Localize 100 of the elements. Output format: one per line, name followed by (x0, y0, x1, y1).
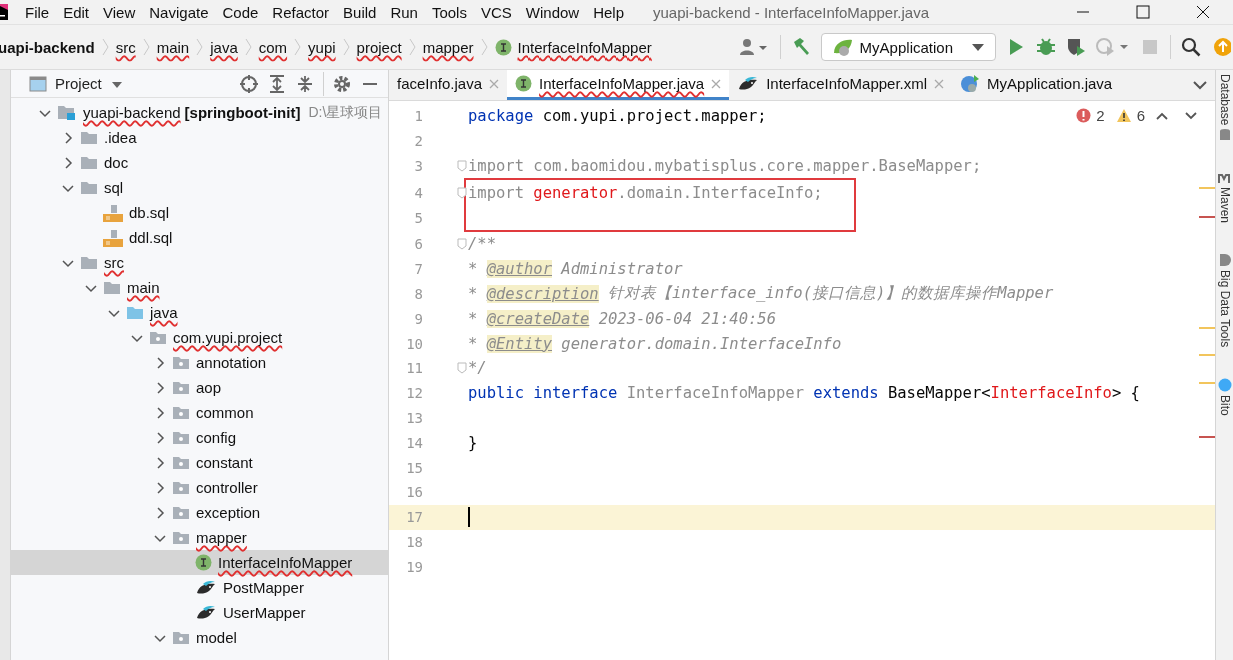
tree-item[interactable]: java (11, 300, 388, 325)
fold-marker-icon[interactable] (457, 362, 467, 375)
expand-chevron-icon[interactable] (62, 156, 74, 169)
tree-item[interactable]: src (11, 250, 388, 275)
expand-chevron-icon[interactable] (62, 131, 74, 144)
locate-icon[interactable] (239, 73, 259, 94)
tree-item[interactable]: config (11, 425, 388, 450)
tree-item[interactable]: yuapi-backend [springboot-init] D:\星球项目 (11, 100, 388, 125)
menu-item[interactable]: Window (518, 3, 587, 21)
menu-item[interactable]: Navigate (142, 3, 216, 21)
module-label: [springboot-init] (184, 104, 301, 121)
breadcrumb[interactable]: mapper (422, 38, 474, 56)
breadcrumb[interactable]: project (356, 38, 402, 56)
app-logo-icon[interactable] (0, 2, 10, 22)
tree-item[interactable]: .idea (11, 125, 388, 150)
tree-item[interactable]: doc (11, 150, 388, 175)
line-number: 11 (405, 360, 423, 377)
breadcrumb[interactable]: InterfaceInfoMapper (494, 38, 652, 56)
error-icon[interactable] (1076, 108, 1092, 123)
folder-icon (80, 255, 98, 270)
menu-item[interactable]: Refactor (265, 3, 337, 21)
breadcrumb[interactable]: src (115, 38, 136, 56)
tool-window-button[interactable]: Database (1217, 74, 1232, 143)
line-number: 4 (413, 184, 423, 201)
expand-chevron-icon[interactable] (154, 506, 166, 519)
expand-chevron-icon[interactable] (154, 356, 166, 369)
tree-item[interactable]: db.sql (11, 200, 388, 225)
expand-chevron-icon[interactable] (154, 381, 166, 394)
fold-marker-icon[interactable] (457, 186, 467, 199)
editor-tab[interactable]: faceInfo.java (389, 70, 508, 100)
tree-item[interactable]: model (11, 625, 388, 650)
menu-item[interactable]: Tools (424, 3, 474, 21)
collapse-all-icon[interactable] (295, 73, 315, 94)
tree-item[interactable]: InterfaceInfoMapper (11, 550, 388, 575)
tree-item-label: com.yupi.project (173, 329, 283, 348)
error-stripe-mark (1199, 436, 1215, 438)
code-line: import com.baomidou.mybatisplus.core.mapper.BaseMapper; (468, 157, 982, 175)
tool-window-button[interactable]: Bito (1217, 377, 1232, 416)
tree-item-label: doc (104, 154, 129, 173)
editor-tab[interactable]: InterfaceInfoMapper.xml (729, 70, 953, 100)
menu-item[interactable]: File (18, 3, 57, 21)
line-number: 7 (413, 261, 423, 278)
tree-item[interactable]: exception (11, 500, 388, 525)
tree-item[interactable]: ddl.sql (11, 225, 388, 250)
breadcrumb[interactable]: com (258, 38, 288, 56)
line-number: 9 (413, 310, 423, 327)
menu-item[interactable]: Run (383, 3, 425, 21)
tree-item-label: controller (196, 479, 258, 498)
expand-chevron-icon[interactable] (154, 481, 166, 494)
tool-window-button[interactable]: Big Data Tools (1217, 253, 1232, 348)
tree-item[interactable]: aop (11, 375, 388, 400)
run-configuration-dropdown[interactable]: MyApplication (820, 33, 996, 61)
expand-all-icon[interactable] (267, 73, 287, 94)
tree-item[interactable]: controller (11, 475, 388, 500)
editor-tab[interactable]: InterfaceInfoMapper.java (507, 70, 730, 100)
expand-chevron-icon[interactable] (154, 456, 166, 469)
fold-marker-icon[interactable] (457, 160, 467, 172)
sql-file-icon (103, 203, 123, 222)
breadcrumb[interactable]: main (156, 38, 190, 56)
menu-item[interactable]: View (96, 3, 143, 21)
tree-item[interactable]: PostMapper (11, 575, 388, 600)
expand-chevron-icon[interactable] (154, 406, 166, 419)
menu-item[interactable]: VCS (473, 3, 519, 21)
text-caret (468, 507, 470, 528)
shield-run-icon[interactable] (1066, 37, 1086, 57)
panel-title[interactable]: Project (55, 75, 102, 92)
line-number: 6 (413, 236, 423, 253)
breadcrumb[interactable]: java (210, 38, 238, 56)
tree-item[interactable]: com.yupi.project (11, 325, 388, 350)
sql-file-icon (103, 228, 123, 247)
menu-item[interactable]: Help (586, 3, 632, 21)
tree-item[interactable]: sql (11, 175, 388, 200)
editor-tab[interactable]: MyApplication.java (952, 70, 1121, 100)
tree-item[interactable]: mapper (11, 525, 388, 550)
maven-icon (1217, 172, 1232, 185)
breadcrumb[interactable]: yupi (308, 38, 336, 56)
tree-item[interactable]: main (11, 275, 388, 300)
search-icon[interactable] (1181, 37, 1201, 57)
menu-item[interactable]: Edit (56, 3, 97, 21)
tree-item[interactable]: common (11, 400, 388, 425)
maximize-icon[interactable] (1136, 5, 1150, 19)
line-number: 13 (405, 409, 423, 426)
user-dropdown-icon[interactable] (737, 37, 770, 57)
bug-icon[interactable] (1036, 37, 1056, 57)
tree-item[interactable]: annotation (11, 350, 388, 375)
tree-item-label: PostMapper (223, 579, 304, 598)
settings-icon[interactable] (332, 73, 352, 94)
warning-icon[interactable] (1115, 108, 1132, 123)
line-number: 19 (405, 558, 423, 575)
line-number: 16 (405, 484, 423, 501)
expand-chevron-icon[interactable] (154, 431, 166, 444)
tool-window-button[interactable]: Maven (1217, 172, 1232, 224)
tree-item[interactable]: constant (11, 450, 388, 475)
menu-item[interactable]: Code (215, 3, 266, 21)
tree-item[interactable]: UserMapper (11, 600, 388, 625)
error-count: 2 (1096, 107, 1105, 124)
close-icon[interactable] (1196, 5, 1210, 19)
folder-icon (80, 180, 98, 195)
fold-marker-icon[interactable] (457, 238, 467, 251)
menu-item[interactable]: Build (336, 3, 384, 21)
